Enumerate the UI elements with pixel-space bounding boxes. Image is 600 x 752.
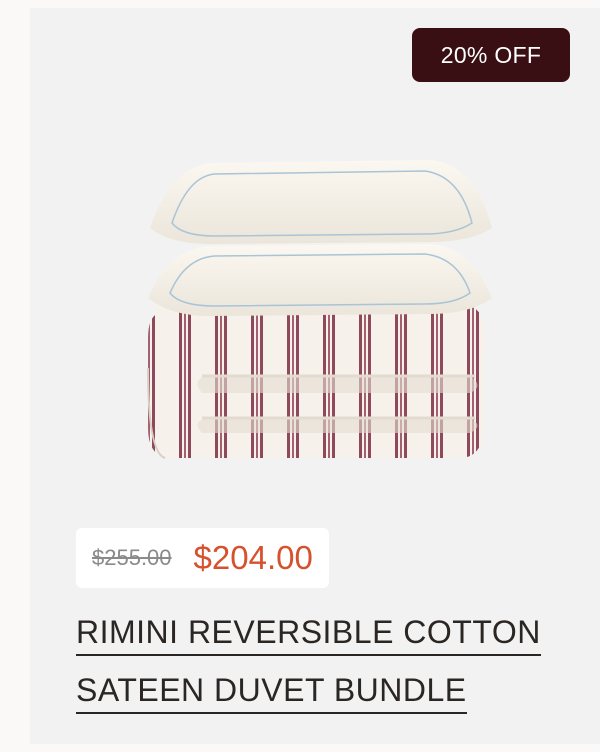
pillow-upper	[150, 160, 492, 244]
pillow-lower	[148, 244, 492, 316]
discount-badge: 20% OFF	[412, 28, 570, 82]
price-box: $255.00 $204.00	[76, 528, 329, 588]
original-price: $255.00	[92, 545, 172, 570]
sale-price: $204.00	[193, 539, 313, 576]
product-title-line1[interactable]: RIMINI REVERSIBLE COTTON	[76, 610, 541, 656]
product-title[interactable]: RIMINI REVERSIBLE COTTON SATEEN DUVET BU…	[76, 606, 576, 722]
product-image[interactable]	[30, 8, 600, 508]
duvet-stack	[147, 306, 486, 459]
product-title-line2[interactable]: SATEEN DUVET BUNDLE	[76, 668, 467, 714]
product-card[interactable]: 20% OFF $255.00 $204.00 RIMINI REVERSIBL…	[30, 8, 600, 744]
